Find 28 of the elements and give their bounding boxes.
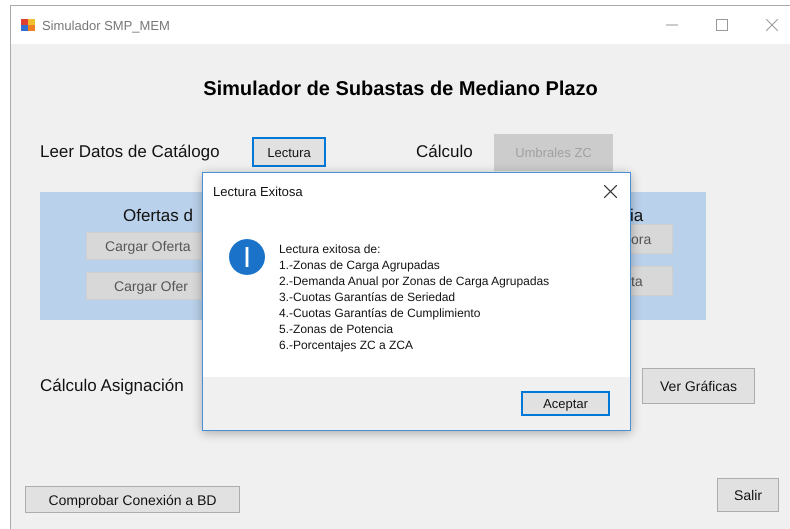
info-icon bbox=[229, 239, 265, 275]
calculation-label: Cálculo bbox=[416, 142, 474, 162]
maximize-icon[interactable] bbox=[716, 19, 728, 31]
message-text: Lectura exitosa de: bbox=[279, 241, 382, 257]
load-button[interactable]: ora bbox=[630, 224, 673, 254]
exit-button[interactable]: Salir bbox=[717, 478, 779, 512]
list-item: 3.-Cuotas Garantías de Seriedad bbox=[279, 289, 456, 305]
list-item: 4.-Cuotas Garantías de Cumplimiento bbox=[279, 305, 482, 321]
panel-heading: ia bbox=[630, 206, 644, 227]
window-title: Simulador SMP_MEM bbox=[42, 18, 170, 32]
app-icon bbox=[20, 17, 36, 33]
list-item: 1.-Zonas de Carga Agrupadas bbox=[279, 257, 441, 273]
heading: Simulador de Subastas de Mediano Plazo bbox=[202, 78, 599, 102]
panel-heading: Ofertas d bbox=[123, 206, 194, 227]
accept-button[interactable]: Aceptar bbox=[521, 391, 610, 416]
load-button[interactable]: ta bbox=[630, 266, 673, 296]
list-item: 5.-Zonas de Potencia bbox=[279, 321, 394, 337]
catalog-label: Leer Datos de Catálogo bbox=[40, 142, 221, 162]
list-item: 2.-Demanda Anual por Zonas de Carga Agrupadas bbox=[279, 273, 550, 289]
connection-button[interactable]: Comprobar Conexión a BD bbox=[25, 486, 240, 513]
charts-button[interactable]: Ver Gráficas bbox=[642, 368, 755, 404]
read-button[interactable]: Lectura bbox=[252, 137, 326, 167]
load-button[interactable]: Cargar Oferta bbox=[86, 232, 202, 260]
list-item: 6.-Porcentajes ZC a ZCA bbox=[279, 337, 414, 353]
close-icon[interactable] bbox=[604, 184, 617, 198]
load-button[interactable]: Cargar Ofer bbox=[86, 272, 202, 300]
assignment-label: Cálculo Asignación bbox=[40, 376, 184, 396]
dialog-title: Lectura Exitosa bbox=[213, 184, 303, 198]
